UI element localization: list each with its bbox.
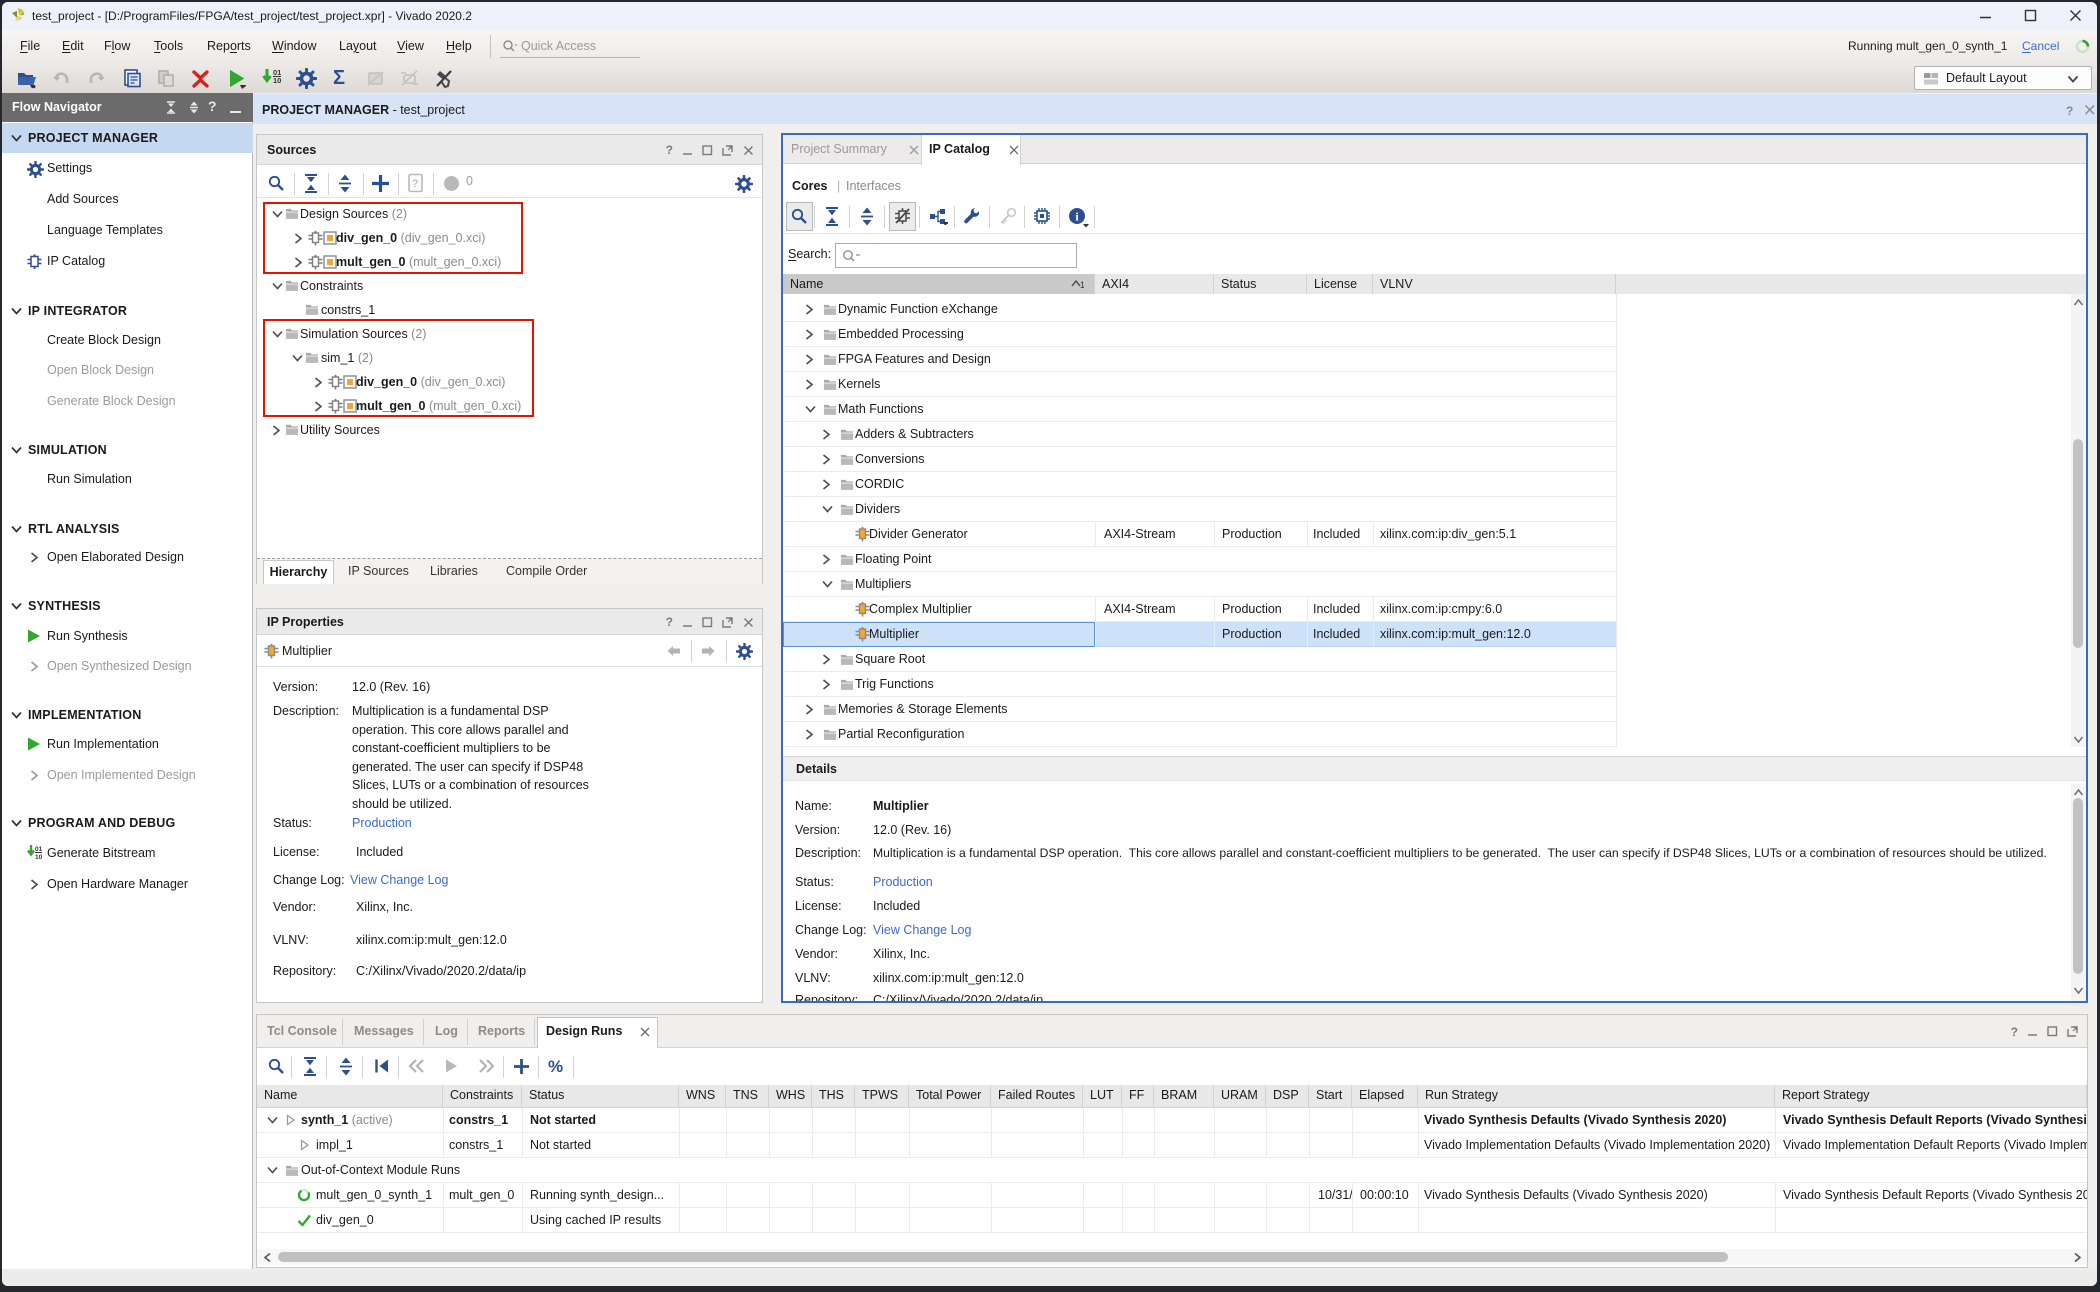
svg-text:10: 10 (35, 854, 43, 861)
svg-text:01: 01 (35, 846, 43, 853)
svg-text:1: 1 (1080, 280, 1084, 289)
svg-text:10: 10 (273, 76, 281, 85)
svg-text:?: ? (2066, 104, 2073, 116)
svg-text:?: ? (412, 178, 418, 190)
